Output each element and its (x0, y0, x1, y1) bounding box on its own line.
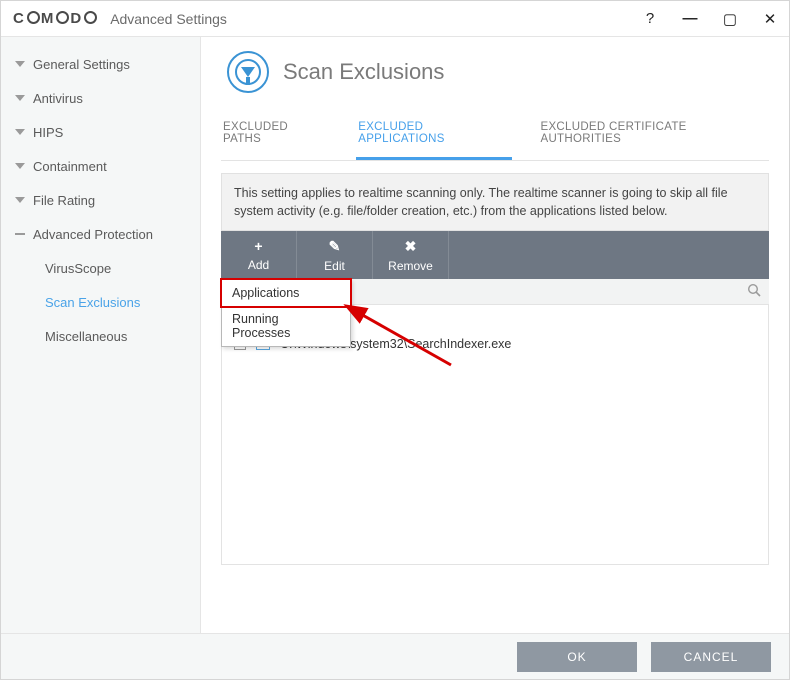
sidebar-item-label: VirusScope (45, 261, 111, 276)
add-button[interactable]: + Add (221, 231, 297, 279)
tab-excluded-certificate-authorities[interactable]: EXCLUDED CERTIFICATE AUTHORITIES (538, 111, 769, 160)
window-body: General Settings Antivirus HIPS Containm… (1, 37, 789, 633)
window-title: Advanced Settings (110, 11, 227, 27)
sidebar-item-advanced-protection[interactable]: Advanced Protection (1, 217, 200, 251)
collapse-icon (15, 233, 25, 235)
main-panel: Scan Exclusions EXCLUDED PATHS EXCLUDED … (201, 37, 789, 633)
sidebar: General Settings Antivirus HIPS Containm… (1, 37, 201, 633)
add-dropdown: Applications Running Processes (221, 279, 351, 347)
minimize-icon[interactable]: — (681, 10, 699, 27)
logo: CMD (13, 10, 98, 27)
tab-excluded-applications[interactable]: EXCLUDED APPLICATIONS (356, 111, 512, 160)
sidebar-item-label: Antivirus (33, 91, 83, 106)
window-controls: ? — ▢ ✕ (641, 10, 779, 28)
sidebar-item-antivirus[interactable]: Antivirus (1, 81, 200, 115)
edit-button[interactable]: ✎ Edit (297, 231, 373, 279)
toolbar-label: Add (248, 258, 269, 272)
sidebar-item-miscellaneous[interactable]: Miscellaneous (1, 319, 200, 353)
tabs: EXCLUDED PATHS EXCLUDED APPLICATIONS EXC… (221, 111, 769, 161)
sidebar-item-file-rating[interactable]: File Rating (1, 183, 200, 217)
page-title: Scan Exclusions (283, 59, 444, 85)
sidebar-item-label: Miscellaneous (45, 329, 127, 344)
sidebar-item-general-settings[interactable]: General Settings (1, 47, 200, 81)
titlebar: CMD Advanced Settings ? — ▢ ✕ (1, 1, 789, 37)
sidebar-item-label: Containment (33, 159, 107, 174)
x-icon: ✖ (405, 238, 417, 255)
toolbar: + Add ✎ Edit ✖ Remove Applications Runni… (221, 231, 769, 279)
plus-icon: + (254, 238, 262, 254)
ok-button[interactable]: OK (517, 642, 637, 672)
sidebar-item-scan-exclusions[interactable]: Scan Exclusions (1, 285, 200, 319)
maximize-icon[interactable]: ▢ (721, 10, 739, 28)
toolbar-label: Edit (324, 259, 345, 273)
chevron-down-icon (15, 127, 25, 137)
chevron-down-icon (15, 59, 25, 69)
toolbar-label: Remove (388, 259, 433, 273)
add-applications-option[interactable]: Applications (222, 280, 350, 306)
footer: OK CANCEL (1, 633, 789, 679)
sidebar-item-label: File Rating (33, 193, 95, 208)
scan-exclusions-icon (227, 51, 269, 93)
help-icon[interactable]: ? (641, 10, 659, 27)
chevron-down-icon (15, 161, 25, 171)
cancel-button[interactable]: CANCEL (651, 642, 771, 672)
search-icon[interactable] (747, 283, 761, 300)
sidebar-item-virusscope[interactable]: VirusScope (1, 251, 200, 285)
sidebar-item-label: Scan Exclusions (45, 295, 140, 310)
sidebar-item-label: HIPS (33, 125, 63, 140)
chevron-down-icon (15, 93, 25, 103)
add-running-processes-option[interactable]: Running Processes (222, 306, 350, 346)
chevron-down-icon (15, 195, 25, 205)
sidebar-item-label: General Settings (33, 57, 130, 72)
remove-button[interactable]: ✖ Remove (373, 231, 449, 279)
sidebar-item-hips[interactable]: HIPS (1, 115, 200, 149)
close-icon[interactable]: ✕ (761, 10, 779, 28)
info-text: This setting applies to realtime scannin… (221, 173, 769, 231)
pencil-icon: ✎ (329, 238, 341, 255)
page-header: Scan Exclusions (221, 51, 769, 93)
sidebar-item-label: Advanced Protection (33, 227, 153, 242)
advanced-settings-window: CMD Advanced Settings ? — ▢ ✕ General Se… (0, 0, 790, 680)
tab-excluded-paths[interactable]: EXCLUDED PATHS (221, 111, 330, 160)
sidebar-item-containment[interactable]: Containment (1, 149, 200, 183)
